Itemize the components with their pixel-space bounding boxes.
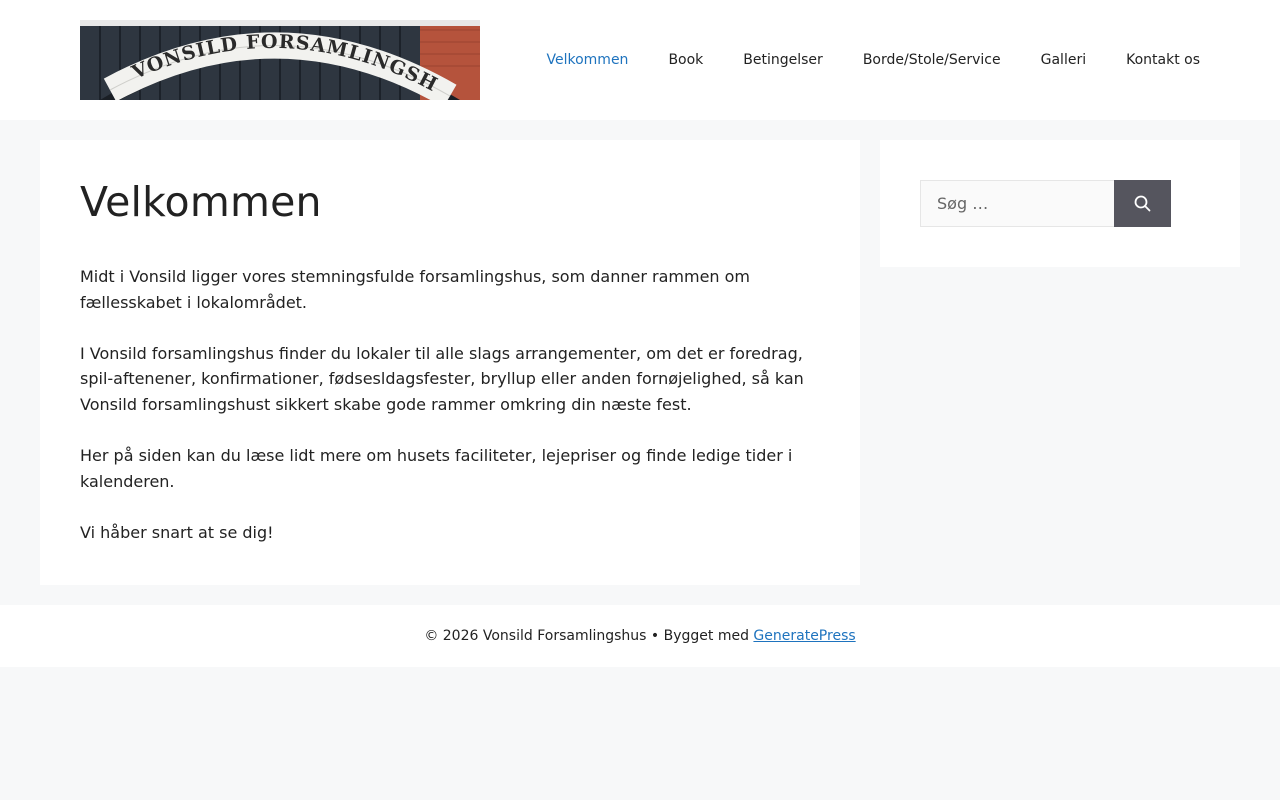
nav-item-book[interactable]: Book <box>668 52 703 68</box>
site-header: VONSILD FORSAMLINGSHUS Velkommen Book Be… <box>0 0 1280 120</box>
page-title: Velkommen <box>80 178 322 226</box>
nav-item-velkommen[interactable]: Velkommen <box>547 52 629 68</box>
search-form <box>920 180 1171 227</box>
site-footer: © 2026 Vonsild Forsamlingshus • Bygget m… <box>0 605 1280 667</box>
main-navigation: Velkommen Book Betingelser Borde/Stole/S… <box>547 0 1201 120</box>
entry-content: Midt i Vonsild ligger vores stemningsful… <box>80 264 825 571</box>
footer-generatepress-link[interactable]: GeneratePress <box>753 628 855 644</box>
search-input[interactable] <box>920 180 1114 227</box>
nav-item-betingelser[interactable]: Betingelser <box>743 52 823 68</box>
sidebar <box>880 140 1240 267</box>
search-button[interactable] <box>1114 180 1171 227</box>
paragraph-facilities: I Vonsild forsamlingshus finder du lokal… <box>80 343 804 414</box>
logo-image: VONSILD FORSAMLINGSHUS <box>80 20 480 100</box>
paragraph-info: Her på siden kan du læse lidt mere om hu… <box>80 446 793 491</box>
nav-item-borde-stole-service[interactable]: Borde/Stole/Service <box>863 52 1001 68</box>
main-content: Velkommen Midt i Vonsild ligger vores st… <box>40 140 860 585</box>
site-logo[interactable]: VONSILD FORSAMLINGSHUS <box>80 20 480 100</box>
paragraph-intro: Midt i Vonsild ligger vores stemningsful… <box>80 267 751 312</box>
nav-item-kontakt-os[interactable]: Kontakt os <box>1126 52 1200 68</box>
footer-copyright: © 2026 Vonsild Forsamlingshus • Bygget m… <box>424 628 754 644</box>
paragraph-closing: Vi håber snart at se dig! <box>80 522 274 542</box>
search-icon <box>1134 195 1151 212</box>
nav-item-galleri[interactable]: Galleri <box>1041 52 1086 68</box>
